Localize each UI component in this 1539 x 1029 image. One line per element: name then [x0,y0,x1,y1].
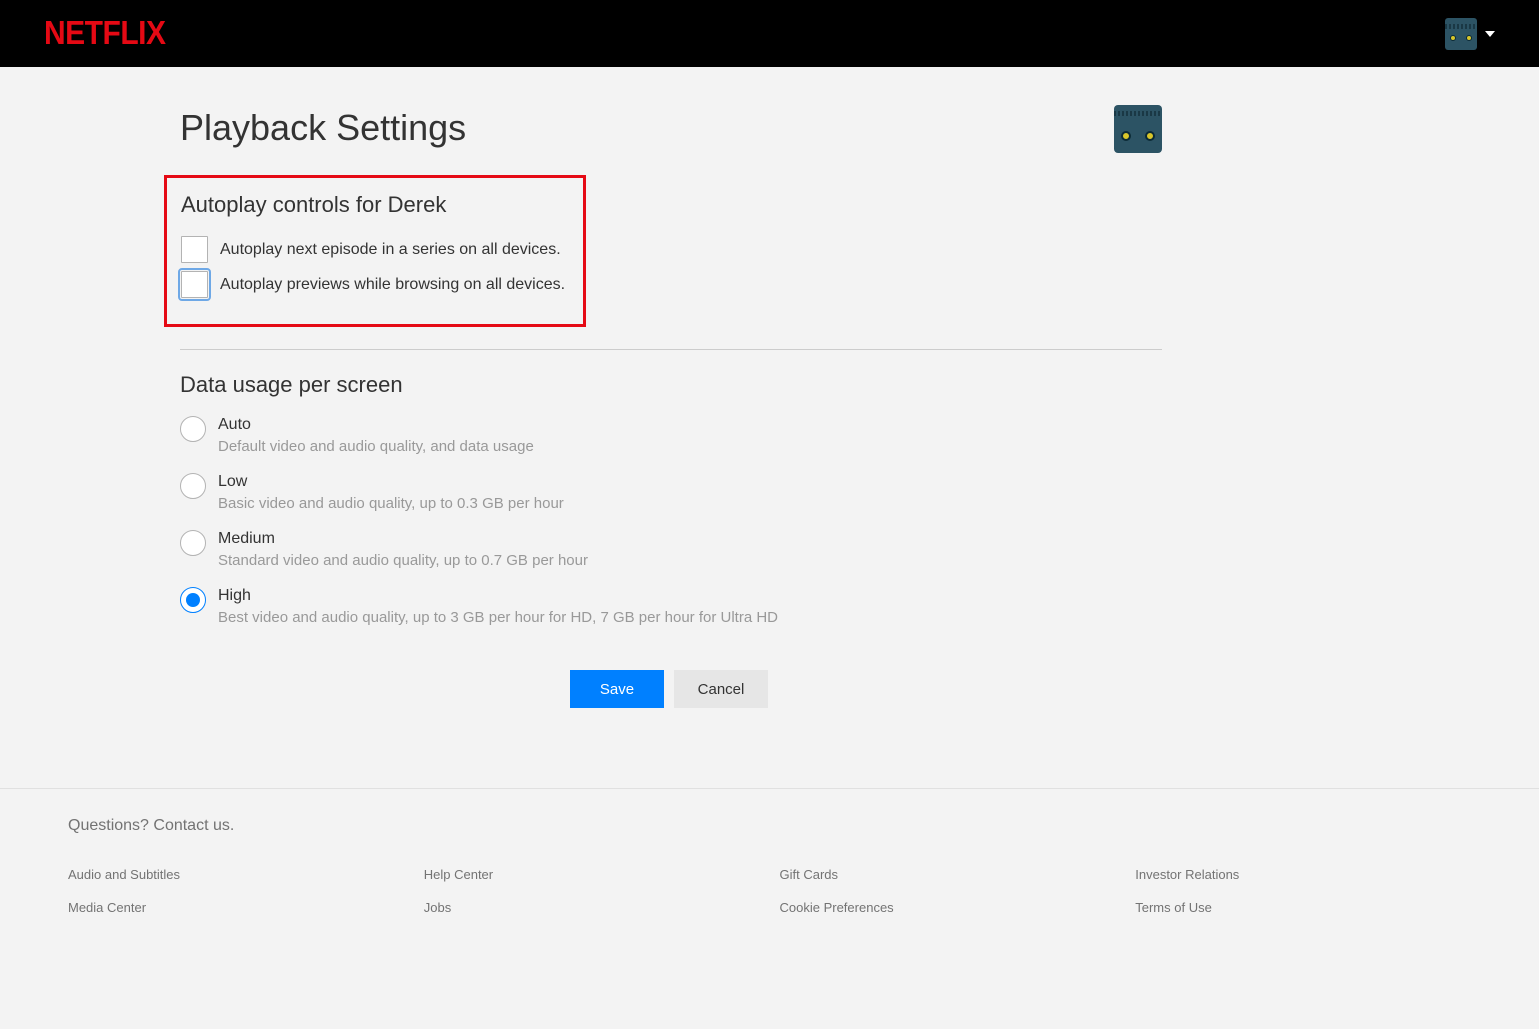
section-divider [180,349,1162,350]
footer-link-jobs[interactable]: Jobs [424,900,760,915]
autoplay-previews-checkbox[interactable] [181,271,208,298]
action-buttons: Save Cancel [570,670,1162,708]
autoplay-previews-label: Autoplay previews while browsing on all … [220,276,565,294]
profile-menu[interactable] [1445,18,1495,50]
footer-questions[interactable]: Questions? Contact us. [68,817,1471,835]
footer-link-cookie-preferences[interactable]: Cookie Preferences [780,900,1116,915]
radio-low[interactable] [180,473,206,499]
radio-medium-label: Medium [218,530,588,548]
autoplay-next-episode-row[interactable]: Autoplay next episode in a series on all… [181,236,569,263]
radio-low-label: Low [218,473,564,491]
radio-high[interactable] [180,587,206,613]
data-usage-option-auto[interactable]: Auto Default video and audio quality, an… [180,416,1162,455]
autoplay-section-highlight: Autoplay controls for Derek Autoplay nex… [164,175,586,327]
data-usage-option-high[interactable]: High Best video and audio quality, up to… [180,587,1162,626]
radio-high-label: High [218,587,778,605]
main-content: Playback Settings Autoplay controls for … [180,67,1162,708]
autoplay-next-episode-checkbox[interactable] [181,236,208,263]
footer-link-help-center[interactable]: Help Center [424,867,760,882]
radio-auto-desc: Default video and audio quality, and dat… [218,438,534,455]
footer-link-terms-of-use[interactable]: Terms of Use [1135,900,1471,915]
radio-auto-label: Auto [218,416,534,434]
avatar-icon [1445,18,1477,50]
chevron-down-icon [1485,31,1495,37]
radio-high-desc: Best video and audio quality, up to 3 GB… [218,609,778,626]
netflix-logo[interactable]: NETFLIX [44,15,166,52]
footer-link-gift-cards[interactable]: Gift Cards [780,867,1116,882]
profile-avatar [1114,105,1162,153]
footer-links: Audio and Subtitles Help Center Gift Car… [68,867,1471,915]
autoplay-next-episode-label: Autoplay next episode in a series on all… [220,241,561,259]
radio-auto[interactable] [180,416,206,442]
cancel-button[interactable]: Cancel [674,670,768,708]
autoplay-section-title: Autoplay controls for Derek [181,192,569,218]
footer-link-media-center[interactable]: Media Center [68,900,404,915]
footer: Questions? Contact us. Audio and Subtitl… [0,788,1539,943]
autoplay-previews-row[interactable]: Autoplay previews while browsing on all … [181,271,569,298]
data-usage-option-medium[interactable]: Medium Standard video and audio quality,… [180,530,1162,569]
footer-link-audio-subtitles[interactable]: Audio and Subtitles [68,867,404,882]
data-usage-section-title: Data usage per screen [180,372,1162,398]
save-button[interactable]: Save [570,670,664,708]
footer-link-investor-relations[interactable]: Investor Relations [1135,867,1471,882]
radio-medium[interactable] [180,530,206,556]
top-bar: NETFLIX [0,0,1539,67]
radio-medium-desc: Standard video and audio quality, up to … [218,552,588,569]
radio-low-desc: Basic video and audio quality, up to 0.3… [218,495,564,512]
data-usage-option-low[interactable]: Low Basic video and audio quality, up to… [180,473,1162,512]
page-title: Playback Settings [180,107,1162,149]
